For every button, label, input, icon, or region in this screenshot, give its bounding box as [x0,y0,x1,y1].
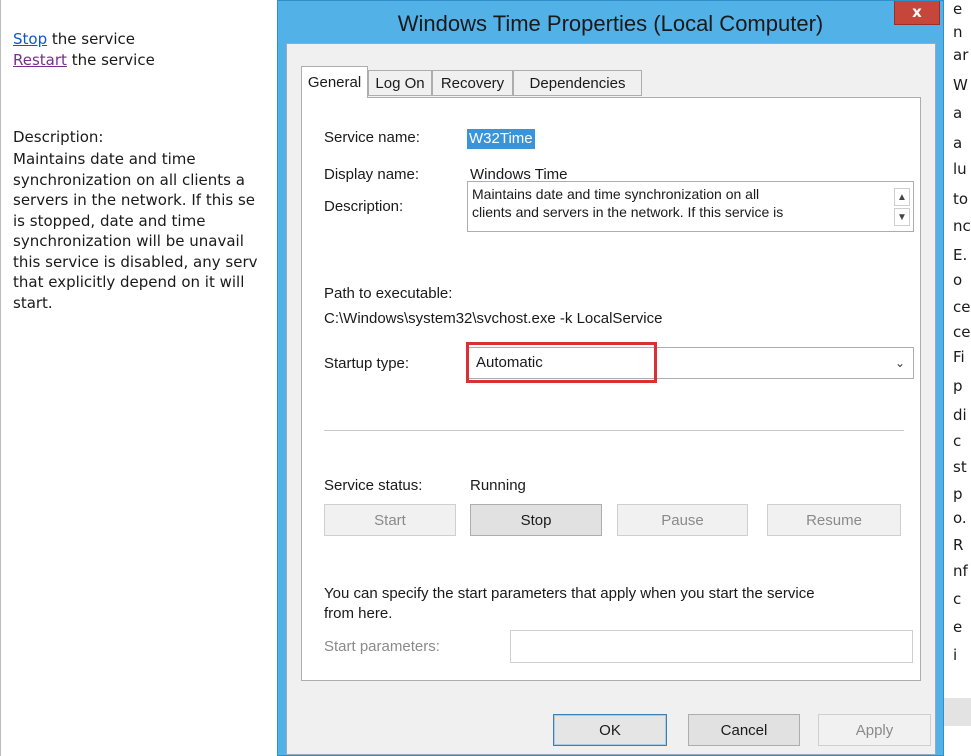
service-list-fragment-text: n [953,23,963,41]
service-list-fragment-text: c [953,590,962,608]
close-button[interactable]: x [894,1,940,25]
restart-service-line: Restart the service [13,51,155,69]
service-list-fragment-text: a [953,134,963,152]
start-button[interactable]: Start [324,504,456,536]
ok-button[interactable]: OK [553,714,667,746]
service-list-fragment-text: i [953,646,958,664]
resume-button[interactable]: Resume [767,504,901,536]
description-textbox-line: Maintains date and time synchronization … [472,186,760,202]
tab-log-on[interactable]: Log On [368,70,432,96]
service-list-fragment-text: c [953,432,962,450]
stop-service-link[interactable]: Stop [13,30,47,48]
service-list-fragment-text: o [953,271,963,289]
startup-type-label: Startup type: [324,355,410,372]
description-line: this service is disabled, any serv [13,252,258,271]
service-status-value: Running [470,477,526,494]
display-name-label: Display name: [324,166,420,183]
description-heading: Description: [13,128,104,146]
restart-service-suffix: the service [66,51,155,69]
chevron-up-icon: ▲ [897,191,907,203]
pause-button[interactable]: Pause [617,504,748,536]
service-name-label: Service name: [324,129,420,146]
start-params-label: Start parameters: [324,638,440,655]
apply-button[interactable]: Apply [818,714,931,746]
stop-service-line: Stop the service [13,30,135,48]
description-line: synchronization on all clients a [13,170,245,189]
service-list-fragment-text: st [953,458,967,476]
service-status-label: Service status: [324,477,423,494]
description-line: start. [13,293,53,312]
description-line: Maintains date and time [13,150,196,168]
dialog-client-area: General Log On Recovery Dependencies Ser… [286,43,936,755]
close-icon: x [912,3,922,21]
stop-service-suffix: the service [47,30,135,48]
service-list-fragment-text: E. [953,246,968,264]
scroll-down-button[interactable]: ▼ [894,208,910,226]
startup-type-dropdown[interactable]: Automatic ⌄ [467,347,914,379]
description-line: servers in the network. If this se [13,191,255,209]
description-textbox-line: clients and servers in the network. If t… [472,204,784,220]
restart-service-link[interactable]: Restart [13,51,67,69]
properties-dialog: Windows Time Properties (Local Computer)… [277,0,944,756]
service-list-fragment-text: p [953,377,963,395]
path-label: Path to executable: [324,285,453,302]
service-list-fragment-text: nc [953,217,971,235]
start-params-help-line: You can specify the start parameters tha… [324,585,815,602]
service-list-fragment-text: e [953,0,963,18]
tab-recovery[interactable]: Recovery [432,70,513,96]
service-list-fragment-text: Fi [953,348,965,366]
service-list-fragment-text: ar [953,46,969,64]
description-label: Description: [324,198,404,215]
description-textbox-text: Maintains date and time synchronization … [472,185,872,229]
description-textbox[interactable]: Maintains date and time synchronization … [467,181,914,232]
chevron-down-icon: ▼ [897,211,907,223]
service-list-fragment-text: ce [953,298,971,316]
stop-button[interactable]: Stop [470,504,602,536]
service-list-fragment-text: a [953,104,963,122]
start-params-help-line: from here. [324,605,393,622]
service-list-fragment-text: nf [953,562,968,580]
description-text: Maintains date and time synchronization … [13,149,278,313]
service-list-fragment-text: ce [953,323,971,341]
tab-general[interactable]: General [301,66,368,98]
startup-type-value: Automatic [476,354,543,371]
service-list-fragment-text: lu [953,160,967,178]
service-list-fragment-text: R [953,536,964,554]
service-list-fragment-text: e [953,618,963,636]
description-line: that explicitly depend on it will [13,273,245,291]
service-list-fragment-text: di [953,406,967,424]
section-divider [324,430,904,432]
scroll-up-button[interactable]: ▲ [894,188,910,206]
dialog-title: Windows Time Properties (Local Computer) [397,11,824,36]
service-list-fragment: e n ar Wa a lu to nc E. o ce ce Fi p di c st p o. Rnf c e i [944,0,971,756]
service-list-fragment-text: p [953,485,963,503]
service-list-fragment-text: to [953,190,969,208]
chevron-down-icon: ⌄ [894,356,905,370]
tab-dependencies[interactable]: Dependencies [513,70,642,96]
list-selection-highlight [944,698,971,726]
start-params-input[interactable] [510,630,913,663]
path-value: C:\Windows\system32\svchost.exe -k Local… [324,310,663,327]
service-details-pane: Stop the service Restart the service Des… [0,0,278,756]
service-name-value[interactable]: W32Time [467,129,535,149]
service-list-fragment-text: W [953,76,968,94]
service-details-clip: Stop the service Restart the service Des… [1,0,278,756]
service-list-fragment-text: o. [953,509,967,527]
description-line: synchronization will be unavail [13,232,244,250]
description-line: is stopped, date and time [13,211,206,230]
cancel-button[interactable]: Cancel [688,714,800,746]
